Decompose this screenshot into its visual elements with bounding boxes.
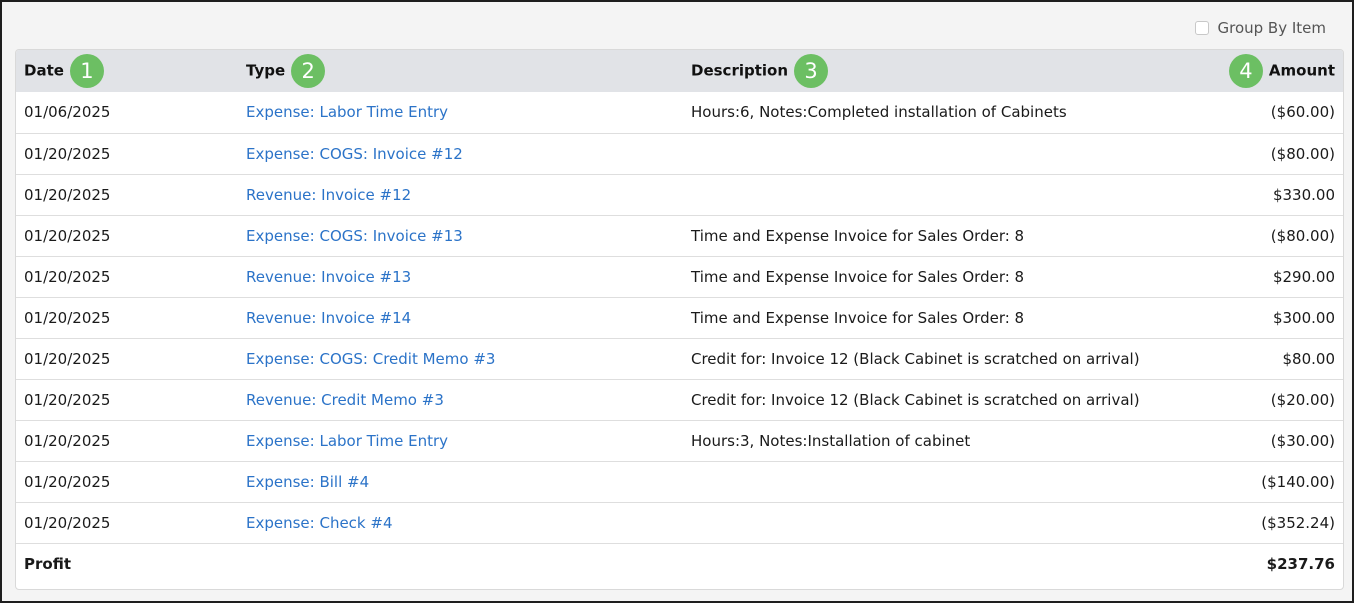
row-amount: ($352.24) xyxy=(1261,513,1335,532)
row-description: Time and Expense Invoice for Sales Order… xyxy=(691,226,1025,245)
table-row: 01/20/2025 Revenue: Invoice #14 Time and E… xyxy=(16,297,1343,338)
row-date: 01/20/2025 xyxy=(24,185,111,204)
table-row: 01/20/2025 Expense: Labor Time Entry Hours… xyxy=(16,420,1343,461)
profit-report-table: Date 1 Type 2 Description 3 4 Amount 01/06/2… xyxy=(16,50,1343,584)
column-header-amount[interactable]: 4 Amount xyxy=(1203,50,1343,92)
profit-amount: $237.76 xyxy=(1266,554,1335,573)
table-row: 01/20/2025 Revenue: Credit Memo #3 Credit … xyxy=(16,379,1343,420)
row-date: 01/20/2025 xyxy=(24,349,111,368)
profit-spacer xyxy=(238,543,683,584)
callout-badge-3: 3 xyxy=(794,54,829,88)
table-header-row: Date 1 Type 2 Description 3 4 Amount xyxy=(16,50,1343,92)
row-amount: $290.00 xyxy=(1272,267,1335,286)
row-date: 01/20/2025 xyxy=(24,390,111,409)
row-date: 01/20/2025 xyxy=(24,513,111,532)
table-row: 01/20/2025 Revenue: Invoice #12 $330.00 xyxy=(16,174,1343,215)
row-date: 01/06/2025 xyxy=(24,103,111,122)
row-description xyxy=(683,133,1203,174)
row-date: 01/20/2025 xyxy=(24,431,111,450)
callout-badge-1: 1 xyxy=(69,54,104,88)
profit-spacer xyxy=(683,543,1203,584)
row-date: 01/20/2025 xyxy=(24,472,111,491)
table-row: 01/20/2025 Expense: Bill #4 ($140.00) xyxy=(16,461,1343,502)
table-row: 01/20/2025 Expense: COGS: Invoice #12 ($80… xyxy=(16,133,1343,174)
table-row: 01/20/2025 Revenue: Invoice #13 Time and E… xyxy=(16,256,1343,297)
row-amount: ($80.00) xyxy=(1270,144,1335,163)
row-type-link[interactable]: Expense: COGS: Credit Memo #3 xyxy=(238,338,683,379)
row-amount: ($30.00) xyxy=(1270,431,1335,450)
column-header-date[interactable]: Date 1 xyxy=(16,50,238,92)
row-description: Credit for: Invoice 12 (Black Cabinet is… xyxy=(691,390,1140,409)
row-type-link[interactable]: Expense: Bill #4 xyxy=(238,461,683,502)
row-amount: ($20.00) xyxy=(1270,390,1335,409)
report-frame: Group By Item Date 1 Type 2 Description … xyxy=(0,0,1354,603)
row-date: 01/20/2025 xyxy=(24,308,111,327)
row-description xyxy=(683,174,1203,215)
row-description xyxy=(683,461,1203,502)
row-description: Credit for: Invoice 12 (Black Cabinet is… xyxy=(691,349,1140,368)
row-type-link[interactable]: Expense: COGS: Invoice #13 xyxy=(238,215,683,256)
row-amount: $80.00 xyxy=(1282,349,1336,368)
row-description: Hours:3, Notes:Installation of cabinet xyxy=(691,431,971,450)
profit-report-card: Date 1 Type 2 Description 3 4 Amount 01/06/2… xyxy=(15,49,1344,590)
column-header-type[interactable]: Type 2 xyxy=(238,50,683,92)
row-date: 01/20/2025 xyxy=(24,267,111,286)
table-row: 01/20/2025 Expense: COGS: Credit Memo #3 C… xyxy=(16,338,1343,379)
row-type-link[interactable]: Revenue: Invoice #12 xyxy=(238,174,683,215)
table-row: 01/06/2025 Expense: Labor Time Entry Hours… xyxy=(16,92,1343,133)
column-header-description[interactable]: Description 3 xyxy=(683,50,1203,92)
profit-label: Profit xyxy=(24,554,71,573)
row-type-link[interactable]: Revenue: Credit Memo #3 xyxy=(238,379,683,420)
row-type-link[interactable]: Revenue: Invoice #13 xyxy=(238,256,683,297)
table-body: 01/06/2025 Expense: Labor Time Entry Hours… xyxy=(16,92,1343,584)
group-by-item-toggle[interactable]: Group By Item xyxy=(1195,19,1326,37)
row-date: 01/20/2025 xyxy=(24,226,111,245)
row-amount: $330.00 xyxy=(1272,185,1335,204)
row-amount: $300.00 xyxy=(1272,308,1335,327)
row-date: 01/20/2025 xyxy=(24,144,111,163)
group-by-item-label: Group By Item xyxy=(1217,19,1326,37)
row-description: Time and Expense Invoice for Sales Order… xyxy=(691,267,1025,286)
row-type-link[interactable]: Revenue: Invoice #14 xyxy=(238,297,683,338)
profit-total-row: Profit $237.76 xyxy=(16,543,1343,584)
row-type-link[interactable]: Expense: COGS: Invoice #12 xyxy=(238,133,683,174)
callout-badge-4: 4 xyxy=(1228,54,1263,88)
group-by-item-checkbox[interactable] xyxy=(1195,21,1210,35)
row-description: Hours:6, Notes:Completed installation of… xyxy=(691,103,1067,122)
row-type-link[interactable]: Expense: Check #4 xyxy=(238,502,683,543)
row-amount: ($80.00) xyxy=(1270,226,1335,245)
row-description xyxy=(683,502,1203,543)
row-description: Time and Expense Invoice for Sales Order… xyxy=(691,308,1025,327)
row-amount: ($140.00) xyxy=(1261,472,1335,491)
callout-badge-2: 2 xyxy=(291,54,326,88)
row-amount: ($60.00) xyxy=(1270,103,1335,122)
table-row: 01/20/2025 Expense: COGS: Invoice #13 Time… xyxy=(16,215,1343,256)
table-row: 01/20/2025 Expense: Check #4 ($352.24) xyxy=(16,502,1343,543)
row-type-link[interactable]: Expense: Labor Time Entry xyxy=(238,92,683,133)
row-type-link[interactable]: Expense: Labor Time Entry xyxy=(238,420,683,461)
